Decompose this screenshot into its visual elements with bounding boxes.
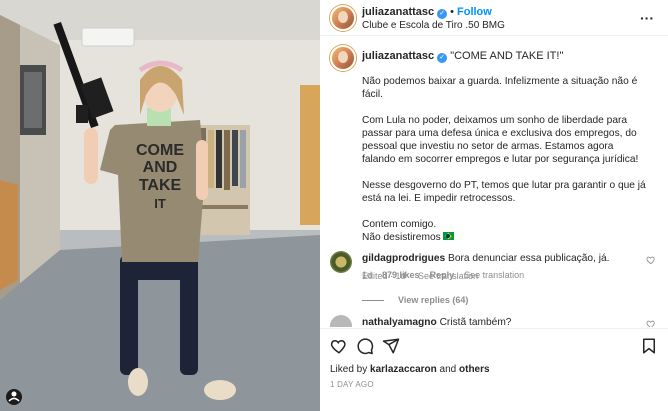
- caption-paragraph: Não podemos baixar a guarda. Infelizment…: [362, 76, 638, 100]
- share-icon[interactable]: [382, 337, 400, 355]
- comment-meta: 1d 879 likes Reply See translation: [362, 270, 534, 280]
- shirt-text-line2: AND: [143, 159, 178, 176]
- verified-badge-icon: ✓: [437, 9, 448, 19]
- caption-headline: "COME AND TAKE IT!": [450, 50, 564, 62]
- comment-text: gildagprodrigues Bora denunciar essa pub…: [362, 253, 632, 264]
- caption-avatar[interactable]: [330, 45, 356, 71]
- caption-username[interactable]: juliazanattasc: [362, 50, 434, 62]
- post-date: 1 DAY AGO: [330, 380, 374, 389]
- see-translation-link[interactable]: See translation: [464, 270, 524, 280]
- ellipsis-icon[interactable]: ···: [640, 10, 654, 26]
- comment-body: Bora denunciar essa publicação, já.: [448, 253, 610, 264]
- caption-body: Não podemos baixar a guarda. Infelizment…: [362, 75, 648, 244]
- replies-divider: [362, 300, 384, 302]
- post-photo[interactable]: COME AND TAKE IT: [0, 0, 320, 411]
- bookmark-icon[interactable]: [640, 337, 658, 355]
- post-actions: Liked by karlazaccaron and others 1 DAY …: [320, 328, 668, 411]
- comment-likes[interactable]: 879 likes: [382, 270, 420, 280]
- comments-scroll-area[interactable]: juliazanattasc ✓ "COME AND TAKE IT!" Não …: [320, 37, 668, 327]
- caption-paragraph: Com Lula no poder, deixamos um sonho de …: [362, 115, 639, 165]
- commenter-avatar[interactable]: [330, 315, 352, 327]
- post-header: juliazanattasc ✓ • Follow Clube e Escola de…: [320, 0, 668, 36]
- commenter-username[interactable]: gildagprodrigues: [362, 253, 445, 264]
- follow-button[interactable]: Follow: [457, 6, 492, 18]
- liked-by-user[interactable]: karlazaccaron: [370, 364, 437, 375]
- shirt-text-line4: IT: [154, 196, 166, 211]
- separator-dot: •: [450, 6, 454, 18]
- liked-by: Liked by karlazaccaron and others: [330, 364, 490, 375]
- comment-icon[interactable]: [356, 337, 374, 355]
- caption-paragraph: Nesse desgoverno do PT, temos que lutar …: [362, 180, 646, 204]
- reply-button[interactable]: Reply: [430, 270, 455, 280]
- comment-body: Cristã também?: [439, 317, 512, 327]
- view-replies-button[interactable]: View replies (64): [362, 295, 468, 305]
- caption-paragraph-last: Não desistiremos: [362, 231, 648, 244]
- caption-paragraph: Contem comigo.: [362, 219, 437, 230]
- shirt-text-line3: TAKE: [139, 177, 182, 194]
- author-avatar[interactable]: [330, 5, 356, 31]
- commenter-avatar[interactable]: [330, 251, 352, 273]
- liked-by-prefix: Liked by: [330, 364, 368, 375]
- header-user-line: juliazanattasc ✓ • Follow: [362, 6, 492, 19]
- heart-icon[interactable]: [330, 337, 348, 355]
- photo-illustration: COME AND TAKE IT: [0, 0, 320, 411]
- heart-icon[interactable]: [646, 319, 656, 327]
- view-replies-label: View replies (64): [398, 295, 469, 305]
- liked-by-and: and: [439, 364, 457, 375]
- brazil-flag-icon: [442, 232, 454, 240]
- shirt-text-line1: COME: [136, 142, 184, 159]
- caption-header: juliazanattasc ✓ "COME AND TAKE IT!": [362, 50, 563, 63]
- verified-badge-icon: ✓: [437, 53, 448, 63]
- post-panel: juliazanattasc ✓ • Follow Clube e Escola de…: [320, 0, 668, 411]
- heart-icon[interactable]: [646, 255, 656, 265]
- author-username[interactable]: juliazanattasc: [362, 6, 434, 18]
- post-location[interactable]: Clube e Escola de Tiro .50 BMG: [362, 20, 505, 31]
- liked-by-others[interactable]: others: [459, 364, 490, 375]
- commenter-username[interactable]: nathalyamagno: [362, 317, 437, 327]
- caption-paragraph: Não desistiremos: [362, 232, 441, 243]
- comment-text: nathalyamagno Cristã também?: [362, 317, 632, 327]
- comment-age: 1d: [362, 270, 373, 280]
